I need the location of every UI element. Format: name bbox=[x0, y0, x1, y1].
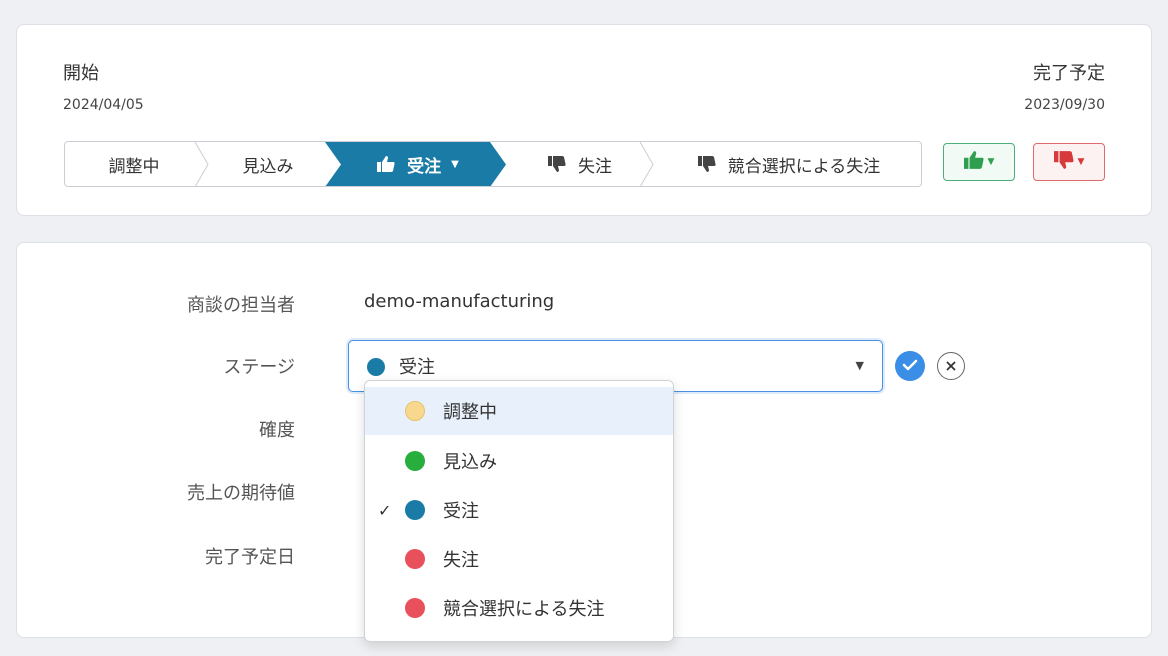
dropdown-option-label: 競合選択による失注 bbox=[443, 599, 605, 620]
chevron-down-icon: ▼ bbox=[1077, 157, 1085, 167]
stage-color-dot bbox=[405, 598, 425, 618]
thumbs-up-dropdown-button[interactable]: ▼ bbox=[943, 143, 1015, 181]
thumbs-up-icon bbox=[963, 151, 984, 173]
probability-label: 確度 bbox=[259, 420, 295, 441]
stage-label: 受注 bbox=[407, 156, 442, 177]
stage-adjusting[interactable]: 調整中 bbox=[65, 142, 203, 186]
start-label: 開始 bbox=[63, 63, 99, 84]
stage-color-dot bbox=[405, 401, 425, 421]
check-icon bbox=[902, 357, 918, 376]
owner-value: demo-manufacturing bbox=[364, 291, 555, 312]
stage-dropdown-menu: 調整中 見込み ✓ 受注 失注 競合選択による失注 bbox=[364, 380, 674, 642]
chevron-down-icon: ▼ bbox=[987, 157, 995, 167]
thumbs-down-icon bbox=[1053, 151, 1074, 173]
owner-label: 商談の担当者 bbox=[187, 295, 295, 316]
stage-color-dot bbox=[405, 451, 425, 471]
stage-label: 調整中 bbox=[108, 156, 160, 177]
stage-color-dot bbox=[405, 549, 425, 569]
dropdown-option-label: 受注 bbox=[443, 501, 479, 522]
end-label: 完了予定 bbox=[1033, 63, 1105, 84]
end-date: 2023/09/30 bbox=[1024, 97, 1105, 113]
expected-revenue-label: 売上の期待値 bbox=[187, 483, 295, 504]
start-date: 2024/04/05 bbox=[63, 97, 144, 113]
cancel-button[interactable] bbox=[937, 352, 965, 380]
stage-select-value: 受注 bbox=[399, 357, 435, 378]
stage-won[interactable]: 受注 ▼ bbox=[333, 142, 503, 186]
dropdown-option-adjusting[interactable]: 調整中 bbox=[365, 387, 673, 435]
stage-label: 見込み bbox=[242, 156, 294, 177]
confirm-button[interactable] bbox=[895, 351, 925, 381]
check-icon: ✓ bbox=[378, 500, 392, 520]
thumbs-up-icon bbox=[377, 156, 395, 172]
stage-prospect[interactable]: 見込み bbox=[203, 142, 333, 186]
thumbs-down-icon bbox=[697, 156, 716, 172]
chevron-down-icon: ▼ bbox=[855, 359, 864, 372]
dropdown-option-lost[interactable]: 失注 bbox=[365, 535, 673, 583]
dropdown-option-lost-competitor[interactable]: 競合選択による失注 bbox=[365, 584, 673, 632]
thumbs-down-dropdown-button[interactable]: ▼ bbox=[1033, 143, 1105, 181]
chevron-down-icon: ▼ bbox=[451, 158, 459, 170]
close-date-label: 完了予定日 bbox=[205, 547, 295, 568]
stage-label: 競合選択による失注 bbox=[727, 156, 881, 177]
stage-color-dot bbox=[405, 500, 425, 520]
stage-path: 調整中 見込み 受注 ▼ 失注 競合選択による失注 bbox=[64, 141, 922, 187]
stage-field-label: ステージ bbox=[223, 357, 295, 378]
thumbs-down-icon bbox=[548, 156, 566, 172]
stage-lost-competitor[interactable]: 競合選択による失注 bbox=[655, 142, 921, 186]
close-icon bbox=[945, 357, 957, 376]
dropdown-option-won[interactable]: ✓ 受注 bbox=[365, 486, 673, 534]
dropdown-option-label: 調整中 bbox=[443, 402, 497, 423]
stage-lost[interactable]: 失注 bbox=[510, 142, 650, 186]
dropdown-option-label: 見込み bbox=[443, 452, 497, 473]
dropdown-option-label: 失注 bbox=[443, 550, 479, 571]
stage-color-dot bbox=[367, 358, 385, 376]
stage-label: 失注 bbox=[578, 156, 612, 177]
stage-card: 開始 2024/04/05 完了予定 2023/09/30 調整中 見込み 受注… bbox=[16, 24, 1152, 216]
dropdown-option-prospect[interactable]: 見込み bbox=[365, 437, 673, 485]
